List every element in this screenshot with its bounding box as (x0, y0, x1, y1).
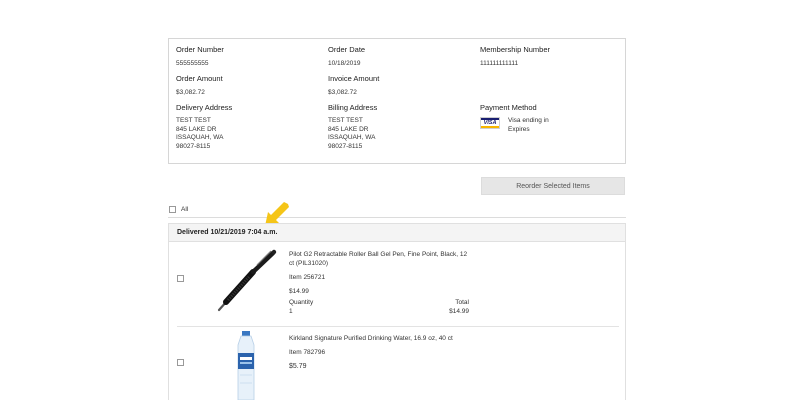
visa-card-icon: VISA (480, 117, 500, 129)
membership-label: Membership Number (480, 45, 551, 54)
payment-details: Visa ending in Expires (508, 117, 549, 134)
item-title[interactable]: Kirkland Signature Purified Drinking Wat… (289, 334, 474, 343)
item-checkbox[interactable] (177, 359, 184, 366)
delivered-text: Delivered 10/21/2019 7:04 a.m. (177, 229, 278, 236)
select-all-label: All (181, 206, 189, 213)
item-checkbox[interactable] (177, 275, 184, 282)
divider (168, 217, 626, 218)
delivery-line: TEST TEST (176, 117, 211, 124)
quantity-total-labels: Quantity Total (289, 299, 469, 307)
membership-value: 111111111111 (480, 60, 519, 67)
invoice-amount-label: Invoice Amount (328, 74, 380, 83)
order-number-label: Order Number (176, 45, 224, 54)
order-summary: Order Number 555555555 Order Date 10/18/… (168, 38, 626, 164)
order-items-list: Pilot G2 Retractable Roller Ball Gel Pen… (168, 242, 626, 400)
billing-address: TEST TEST 845 LAKE DR ISSAQUAH, WA 98027… (328, 117, 377, 151)
order-date-value: 10/18/2019 (328, 60, 361, 67)
item-price: $14.99 (289, 288, 309, 295)
quantity-value: 1 (289, 308, 293, 315)
water-bottle-image (237, 331, 255, 400)
payment-method-label: Payment Method (480, 103, 537, 112)
item-info: Kirkland Signature Purified Drinking Wat… (289, 334, 474, 371)
quantity-total-values: 1 $14.99 (289, 308, 469, 316)
billing-line: ISSAQUAH, WA (328, 134, 376, 141)
order-amount-label: Order Amount (176, 74, 223, 83)
billing-line: 98027-8115 (328, 142, 363, 150)
list-item: Pilot G2 Retractable Roller Ball Gel Pen… (169, 242, 625, 326)
quantity-label: Quantity (289, 299, 314, 306)
delivery-address-label: Delivery Address (176, 103, 233, 112)
delivery-address: TEST TEST 845 LAKE DR ISSAQUAH, WA 98027… (176, 117, 232, 151)
payment-method: VISA Visa ending in Expires (480, 117, 549, 134)
billing-address-cell: Billing Address TEST TEST 845 LAKE DR IS… (328, 103, 377, 151)
list-item: Kirkland Signature Purified Drinking Wat… (169, 327, 625, 400)
billing-line: TEST TEST (328, 117, 363, 124)
total-value: $14.99 (449, 308, 469, 315)
item-number: Item 782796 (289, 349, 326, 356)
delivery-line: 845 LAKE DR (176, 125, 217, 133)
total-label: Total (455, 299, 469, 306)
order-amount-cell: Order Amount $3,082.72 (176, 74, 223, 97)
select-all-checkbox[interactable] (169, 206, 176, 213)
pen-image (217, 249, 277, 312)
item-title[interactable]: Pilot G2 Retractable Roller Ball Gel Pen… (289, 250, 469, 268)
payment-line: Visa ending in (508, 117, 549, 124)
invoice-amount-cell: Invoice Amount $3,082.72 (328, 74, 379, 97)
order-amount-value: $3,082.72 (176, 89, 205, 96)
invoice-amount-value: $3,082.72 (328, 89, 357, 96)
item-number: Item 256721 (289, 274, 326, 281)
select-all-row[interactable]: All (169, 206, 188, 213)
delivery-status-header: Delivered 10/21/2019 7:04 a.m. (168, 223, 626, 242)
billing-address-label: Billing Address (328, 103, 378, 112)
payment-line: Expires (508, 125, 530, 133)
delivery-line: 98027-8115 (176, 142, 211, 150)
membership-cell: Membership Number 111111111111 (480, 45, 550, 68)
item-price: $5.79 (289, 363, 307, 370)
delivery-line: ISSAQUAH, WA (176, 134, 224, 141)
billing-line: 845 LAKE DR (328, 125, 369, 133)
order-date-cell: Order Date 10/18/2019 (328, 45, 365, 68)
reorder-selected-button[interactable]: Reorder Selected Items (481, 177, 625, 195)
order-number-value: 555555555 (176, 60, 209, 67)
order-date-label: Order Date (328, 45, 366, 54)
order-number-cell: Order Number 555555555 (176, 45, 224, 68)
payment-method-cell: Payment Method VISA Visa ending in Expir… (480, 103, 549, 134)
item-info: Pilot G2 Retractable Roller Ball Gel Pen… (289, 250, 469, 296)
delivery-address-cell: Delivery Address TEST TEST 845 LAKE DR I… (176, 103, 232, 151)
